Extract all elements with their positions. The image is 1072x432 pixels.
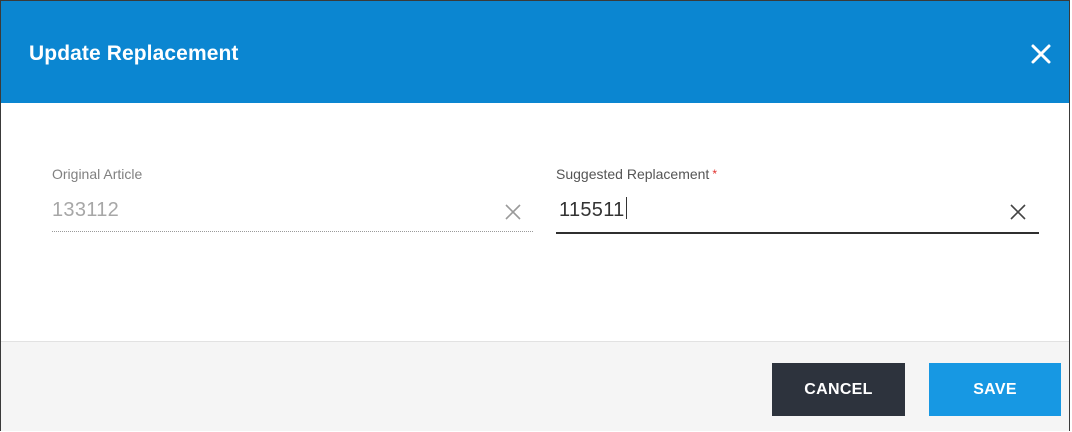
close-icon[interactable]	[1029, 42, 1053, 66]
save-button[interactable]: SAVE	[929, 363, 1061, 416]
suggested-replacement-field[interactable]: Suggested Replacement * 115511	[556, 165, 1039, 235]
suggested-replacement-underline	[556, 232, 1039, 234]
required-marker: *	[712, 167, 717, 181]
clear-icon	[503, 202, 523, 222]
dialog-body: Original Article 133112 Suggested Replac…	[1, 103, 1069, 341]
original-article-value: 133112	[52, 199, 120, 221]
update-replacement-dialog: Update Replacement Original Article 1331…	[0, 0, 1070, 431]
original-article-underline	[52, 231, 533, 232]
dialog-footer	[1, 341, 1069, 431]
original-article-field: Original Article 133112	[52, 165, 533, 235]
dialog-header: Update Replacement	[1, 1, 1069, 103]
text-caret	[625, 197, 627, 219]
clear-icon[interactable]	[1008, 202, 1028, 222]
suggested-replacement-input[interactable]: 115511	[559, 197, 627, 223]
dialog-title: Update Replacement	[29, 42, 239, 65]
cancel-button[interactable]: CANCEL	[772, 363, 905, 416]
original-article-label: Original Article	[52, 166, 143, 182]
suggested-replacement-label: Suggested Replacement *	[556, 166, 717, 182]
